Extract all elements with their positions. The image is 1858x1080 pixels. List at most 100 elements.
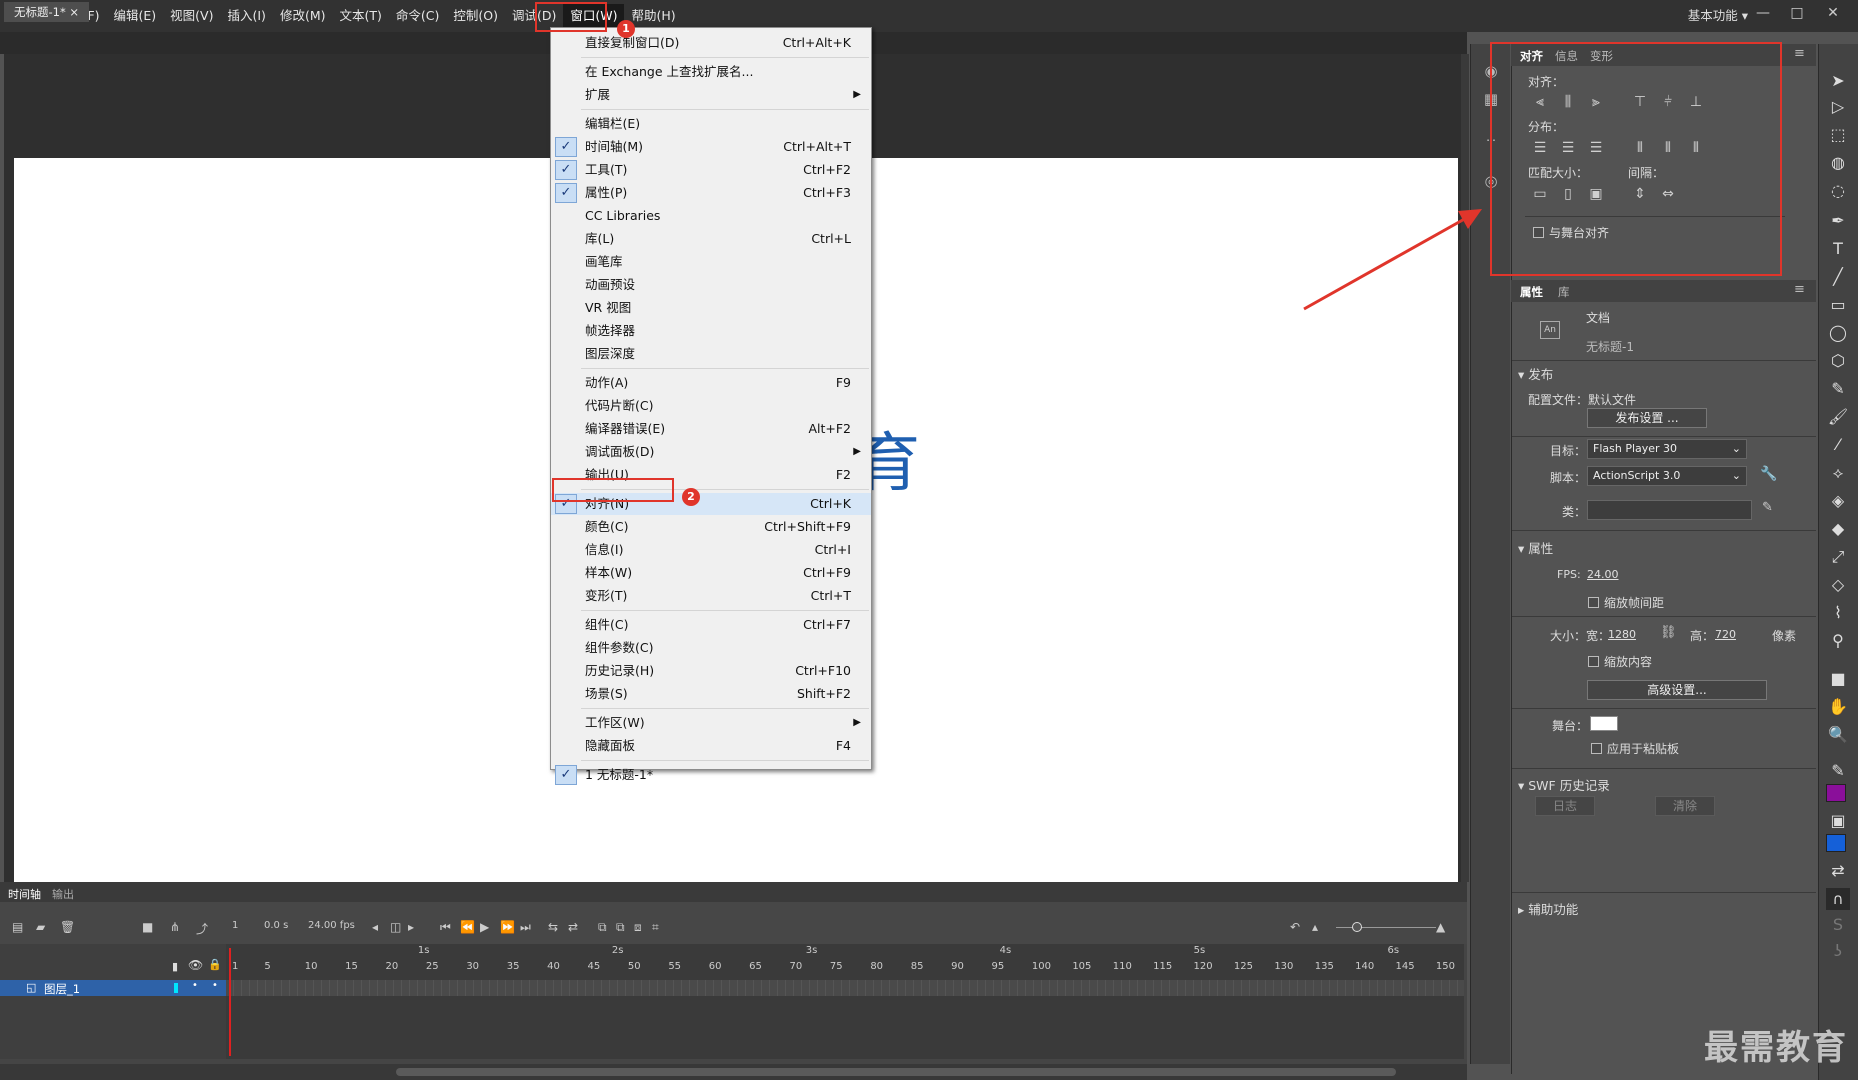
play-icon[interactable]: ▶ (480, 920, 489, 934)
window-menu-item[interactable]: 样本(W) Ctrl+F9 (551, 562, 871, 584)
log-button[interactable]: 日志 (1535, 796, 1595, 816)
accessibility-section-header[interactable]: ▸ 辅助功能 (1518, 899, 1578, 918)
window-menu-item[interactable]: 历史记录(H) Ctrl+F10 (551, 660, 871, 682)
layer-frames[interactable] (226, 980, 1464, 996)
panel-menu-icon[interactable]: ≡ (1794, 46, 1805, 61)
window-menu-item[interactable]: 隐藏面板 F4 (551, 735, 871, 757)
window-menu-item[interactable]: 画笔库 (551, 251, 871, 273)
pen-tool-icon[interactable]: ✒ (1826, 210, 1850, 232)
minimize-icon[interactable]: — (1746, 0, 1780, 26)
edit-multiple-icon[interactable]: ⧈ (634, 920, 642, 935)
wrench-icon[interactable]: 🔧 (1760, 466, 1777, 482)
window-menu-item[interactable]: ✓ 时间轴(M) Ctrl+Alt+T (551, 136, 871, 158)
scale-content-checkbox[interactable] (1588, 656, 1599, 667)
pin-tool-icon[interactable]: ⚲ (1826, 630, 1850, 652)
lasso-tool-icon[interactable]: ◌ (1826, 180, 1850, 202)
swf-history-section-header[interactable]: ▾ SWF 历史记录 (1518, 775, 1610, 794)
ink-bottle-tool-icon[interactable]: ◆ (1826, 518, 1850, 540)
pencil-tool-icon[interactable]: ✎ (1826, 378, 1850, 400)
fill-color-icon[interactable]: ▣ (1826, 810, 1850, 832)
highlight-icon[interactable]: ▮ (172, 960, 178, 973)
step-forward-icon[interactable]: ⏩ (500, 920, 515, 934)
zoom-in-icon[interactable]: ▲ (1436, 920, 1445, 934)
lock-icon[interactable]: 🔒 (208, 958, 222, 971)
window-menu-item[interactable]: ✓ 工具(T) Ctrl+F2 (551, 159, 871, 181)
add-keyframe-icon[interactable]: ◫ (390, 920, 401, 934)
onion-markers-icon[interactable]: ⌗ (652, 920, 659, 935)
first-frame-icon[interactable]: ⏮ (440, 920, 451, 935)
class-input[interactable] (1587, 500, 1752, 520)
window-menu-item[interactable]: 动画预设 (551, 274, 871, 296)
tab-timeline[interactable]: 时间轴 (8, 886, 41, 902)
menu-insert[interactable]: 插入(I) (220, 4, 272, 28)
paint-brush-tool-icon[interactable]: 🖌 (1826, 406, 1850, 428)
window-menu-item[interactable]: 工作区(W) ▶ (551, 712, 871, 734)
loop-icon[interactable]: ⇆ (548, 920, 558, 934)
snap-magnet-icon[interactable]: ∩ (1826, 888, 1850, 910)
zoom-slider-track[interactable] (1336, 927, 1436, 928)
zoom-slider-handle[interactable] (1352, 922, 1362, 932)
tab-library[interactable]: 库 (1558, 284, 1570, 300)
undo-icon[interactable]: ↶ (1290, 920, 1300, 934)
line-tool-icon[interactable]: ╱ (1826, 266, 1850, 288)
document-tab[interactable]: 无标题-1* × (4, 2, 90, 22)
link-icon[interactable]: ⛓ (1660, 625, 1677, 640)
polystar-tool-icon[interactable]: ⬡ (1826, 350, 1850, 372)
window-menu-item[interactable]: 变形(T) Ctrl+T (551, 585, 871, 607)
height-value[interactable]: 720 (1715, 628, 1736, 641)
tab-output[interactable]: 输出 (52, 886, 74, 902)
publish-section-header[interactable]: ▾ 发布 (1518, 364, 1553, 383)
zoom-tool-icon[interactable]: 🔍 (1826, 724, 1850, 746)
window-menu-item[interactable]: 编辑栏(E) (551, 113, 871, 135)
rectangle-tool-icon[interactable]: ▭ (1826, 294, 1850, 316)
menu-commands[interactable]: 命令(C) (389, 4, 446, 28)
subselection-tool-icon[interactable]: ▷ (1826, 96, 1850, 118)
menu-control[interactable]: 控制(O) (446, 4, 505, 28)
script-select[interactable]: ActionScript 3.0 ⌄ (1587, 466, 1747, 486)
camera-tool-icon[interactable]: ■ (1826, 668, 1850, 690)
window-menu-item[interactable]: 扩展 ▶ (551, 84, 871, 106)
current-frame[interactable]: 1 (232, 920, 238, 931)
window-menu-item[interactable]: 直接复制窗口(D) Ctrl+Alt+K (551, 32, 871, 54)
workspace-switcher[interactable]: 基本功能 ▾ (1688, 4, 1748, 28)
window-menu-item[interactable]: 场景(S) Shift+F2 (551, 683, 871, 705)
current-time[interactable]: 0.0 s (264, 920, 288, 931)
layer-visible-dot[interactable]: • (192, 980, 198, 991)
scrollbar-thumb[interactable] (396, 1068, 1396, 1076)
tab-properties[interactable]: 属性 (1520, 284, 1543, 300)
layer-name[interactable]: 图层_1 (44, 981, 80, 997)
window-menu-item[interactable]: 动作(A) F9 (551, 372, 871, 394)
width-value[interactable]: 1280 (1608, 628, 1636, 641)
advanced-settings-button[interactable]: 高级设置... (1587, 680, 1767, 700)
window-menu-item[interactable]: 颜色(C) Ctrl+Shift+F9 (551, 516, 871, 538)
parenting-icon[interactable]: ⋔ (170, 920, 180, 934)
smooth-icon[interactable]: S (1826, 914, 1850, 936)
window-menu-item[interactable]: 帧选择器 (551, 320, 871, 342)
window-menu-item[interactable]: 图层深度 (551, 343, 871, 365)
hand-tool-icon[interactable]: ✋ (1826, 696, 1850, 718)
window-menu-item[interactable]: 组件参数(C) (551, 637, 871, 659)
text-tool-icon[interactable]: T (1826, 238, 1850, 260)
target-select[interactable]: Flash Player 30 ⌄ (1587, 439, 1747, 459)
3d-rotation-tool-icon[interactable]: ◍ (1826, 152, 1850, 174)
new-folder-icon[interactable]: ▰ (36, 920, 45, 934)
eye-icon[interactable]: 👁 (188, 958, 203, 972)
window-menu-item[interactable]: 调试面板(D) ▶ (551, 441, 871, 463)
camera-icon[interactable]: ■ (142, 920, 153, 934)
fill-color-swatch[interactable] (1826, 834, 1846, 852)
center-frame-icon[interactable]: ⇄ (568, 920, 578, 934)
stroke-color-icon[interactable]: ✎ (1826, 760, 1850, 782)
width-tool-icon[interactable]: ⌇ (1826, 602, 1850, 624)
graph-icon[interactable]: ⤴ (196, 920, 208, 937)
oval-tool-icon[interactable]: ◯ (1826, 322, 1850, 344)
layer-lock-dot[interactable]: • (212, 980, 218, 991)
window-menu-item[interactable]: 信息(I) Ctrl+I (551, 539, 871, 561)
swap-colors-icon[interactable]: ⇄ (1826, 860, 1850, 882)
last-frame-icon[interactable]: ⏭ (520, 920, 531, 935)
scale-spacing-checkbox[interactable] (1588, 597, 1599, 608)
menu-view[interactable]: 视图(V) (163, 4, 220, 28)
stage-color-swatch[interactable] (1590, 716, 1618, 731)
eyedropper-tool-icon[interactable]: ⤢ (1826, 546, 1850, 568)
menu-modify[interactable]: 修改(M) (273, 4, 333, 28)
paint-bucket-tool-icon[interactable]: ◈ (1826, 490, 1850, 512)
